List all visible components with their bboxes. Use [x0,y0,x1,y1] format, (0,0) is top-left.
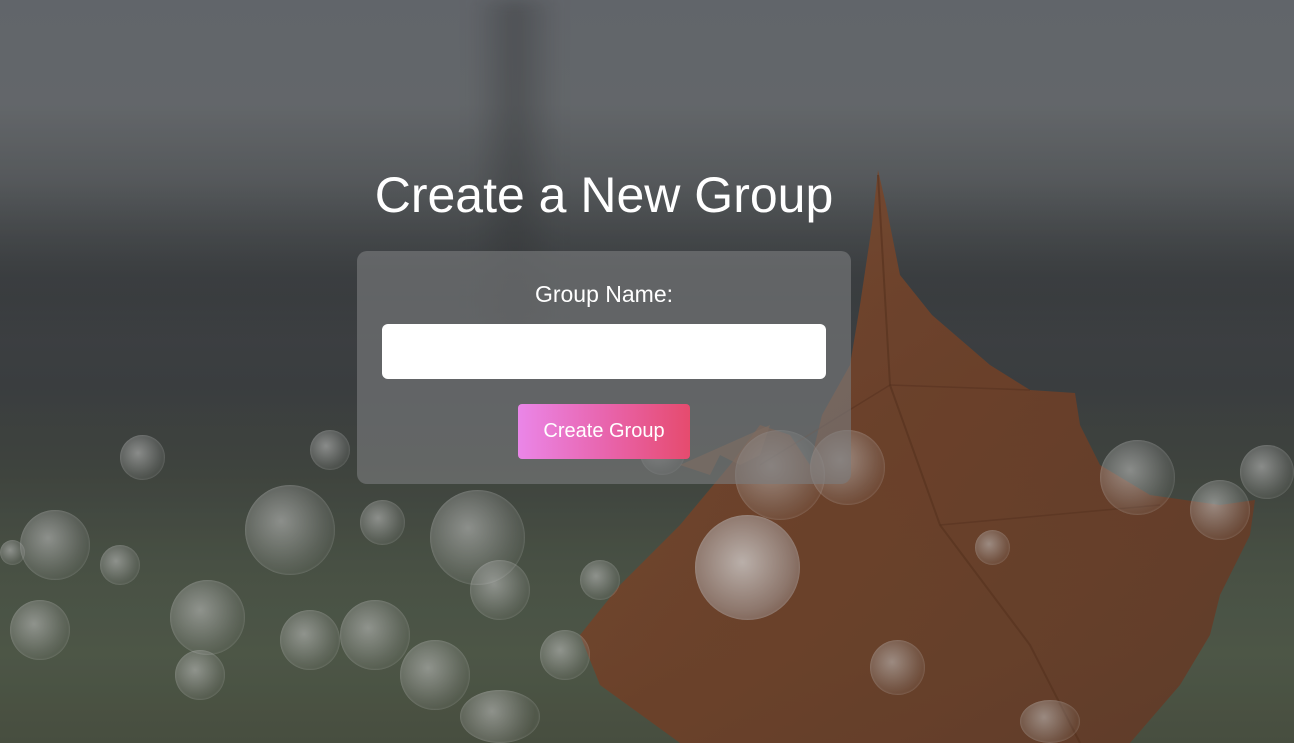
create-group-button[interactable]: Create Group [518,404,690,459]
group-name-input[interactable] [382,324,826,379]
page-title: Create a New Group [374,167,834,223]
group-name-label: Group Name: [534,281,674,307]
create-group-form: Group Name: Create Group [357,251,851,484]
